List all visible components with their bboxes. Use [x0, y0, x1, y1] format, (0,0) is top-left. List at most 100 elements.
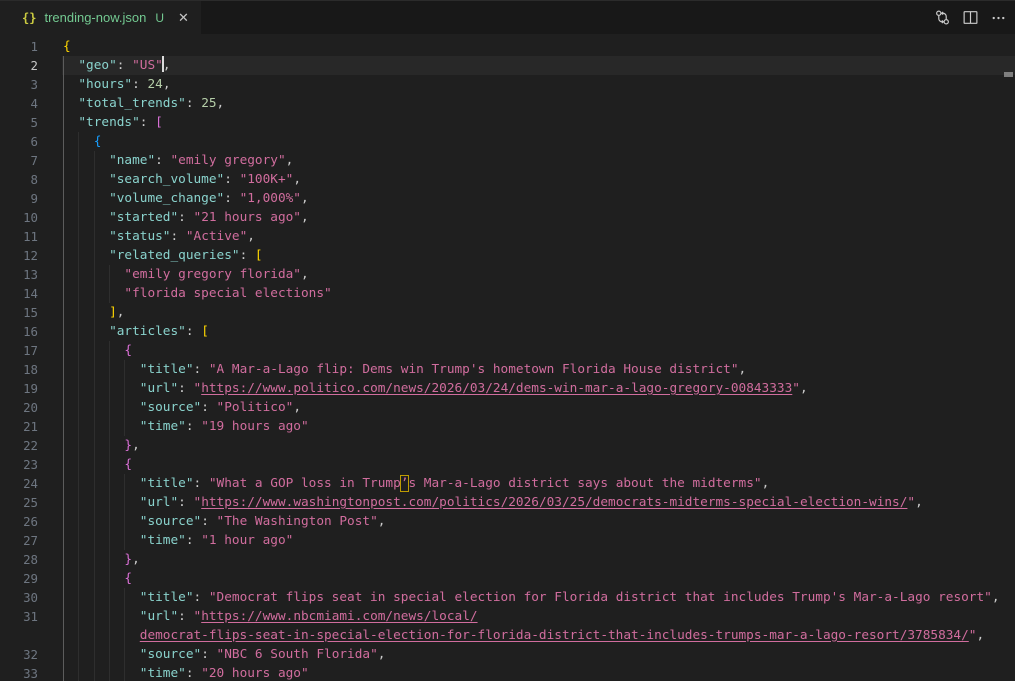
code-line[interactable]: 9 "volume_change": "1,000%", [0, 189, 1015, 208]
line-number[interactable]: 12 [0, 246, 38, 265]
code-text: "title": "A Mar-a-Lago flip: Dems win Tr… [63, 360, 746, 379]
token-ws [63, 647, 140, 662]
code-line[interactable]: 29 { [0, 569, 1015, 588]
line-number[interactable]: 1 [0, 37, 38, 56]
token-ws [63, 400, 140, 415]
code-line[interactable]: 23 { [0, 455, 1015, 474]
code-line[interactable]: 1{ [0, 37, 1015, 56]
token-key: "name" [109, 153, 155, 168]
more-actions-icon[interactable] [989, 9, 1007, 27]
code-text: ], [63, 303, 124, 322]
line-number[interactable]: 10 [0, 208, 38, 227]
token-st: "A Mar-a-Lago flip: Dems win Trump's hom… [209, 362, 739, 377]
code-line[interactable]: 18 "title": "A Mar-a-Lago flip: Dems win… [0, 360, 1015, 379]
code-line[interactable]: 4 "total_trends": 25, [0, 94, 1015, 113]
token-key: "title" [140, 476, 194, 491]
line-number[interactable]: 7 [0, 151, 38, 170]
code-text: "source": "The Washington Post", [63, 512, 385, 531]
token-st: "21 hours ago" [194, 210, 301, 225]
code-line[interactable]: 30 "title": "Democrat flips seat in spec… [0, 588, 1015, 607]
code-line[interactable]: 24 "title": "What a GOP loss in Trump’s … [0, 474, 1015, 493]
line-number[interactable]: 14 [0, 284, 38, 303]
code-line[interactable]: 15 ], [0, 303, 1015, 322]
token-b2: { [124, 571, 132, 586]
token-pn: , [378, 647, 386, 662]
line-number[interactable]: 15 [0, 303, 38, 322]
code-line[interactable]: 13 "emily gregory florida", [0, 265, 1015, 284]
line-number[interactable]: 30 [0, 588, 38, 607]
code-line[interactable]: 8 "search_volume": "100K+", [0, 170, 1015, 189]
line-number[interactable]: 8 [0, 170, 38, 189]
line-number[interactable]: 5 [0, 113, 38, 132]
code-line[interactable]: 31 "url": "https://www.nbcmiami.com/news… [0, 607, 1015, 626]
code-line[interactable]: 17 { [0, 341, 1015, 360]
line-number[interactable]: 6 [0, 132, 38, 151]
line-number[interactable]: 22 [0, 436, 38, 455]
line-number[interactable]: 2 [0, 56, 38, 75]
line-number[interactable]: 4 [0, 94, 38, 113]
overview-ruler-cursor-marker[interactable] [1004, 72, 1013, 77]
code-line[interactable]: 10 "started": "21 hours ago", [0, 208, 1015, 227]
code-line[interactable]: 26 "source": "The Washington Post", [0, 512, 1015, 531]
code-line[interactable]: 25 "url": "https://www.washingtonpost.co… [0, 493, 1015, 512]
line-number[interactable]: 20 [0, 398, 38, 417]
split-editor-icon[interactable] [961, 9, 979, 27]
line-number[interactable]: 27 [0, 531, 38, 550]
line-number[interactable]: 21 [0, 417, 38, 436]
line-number[interactable]: 31 [0, 607, 38, 626]
code-line[interactable]: 19 "url": "https://www.politico.com/news… [0, 379, 1015, 398]
line-number[interactable]: 19 [0, 379, 38, 398]
token-ws [63, 172, 109, 187]
code-line[interactable]: 6 { [0, 132, 1015, 151]
open-changes-icon[interactable] [933, 9, 951, 27]
code-text: "related_queries": [ [63, 246, 263, 265]
token-key: "geo" [78, 58, 116, 73]
code-line[interactable]: 5 "trends": [ [0, 113, 1015, 132]
token-pn: , [301, 210, 309, 225]
line-number[interactable]: 18 [0, 360, 38, 379]
code-line[interactable]: 12 "related_queries": [ [0, 246, 1015, 265]
line-number[interactable]: 13 [0, 265, 38, 284]
token-pn: , [301, 191, 309, 206]
code-line[interactable]: 20 "source": "Politico", [0, 398, 1015, 417]
code-text: "title": "What a GOP loss in Trump’s Mar… [63, 474, 769, 493]
tab-trending-now-json[interactable]: {} trending-now.json U ✕ [0, 1, 201, 34]
line-number[interactable]: 32 [0, 645, 38, 664]
token-ur: democrat-flips-seat-in-special-election-… [140, 628, 969, 643]
line-number[interactable]: 25 [0, 493, 38, 512]
token-ws [63, 248, 109, 263]
code-line[interactable]: 14 "florida special elections" [0, 284, 1015, 303]
code-line[interactable]: 22 }, [0, 436, 1015, 455]
line-number[interactable]: 23 [0, 455, 38, 474]
line-number[interactable]: 17 [0, 341, 38, 360]
token-key: "time" [140, 666, 186, 681]
line-number[interactable]: 11 [0, 227, 38, 246]
token-ws [63, 210, 109, 225]
tab-close-icon[interactable]: ✕ [178, 10, 189, 26]
code-line[interactable]: 28 }, [0, 550, 1015, 569]
code-line[interactable]: 21 "time": "19 hours ago" [0, 417, 1015, 436]
editor-actions [933, 1, 1015, 34]
line-number[interactable]: 29 [0, 569, 38, 588]
token-ws [63, 362, 140, 377]
token-ws [63, 495, 140, 510]
code-line[interactable]: 32 "source": "NBC 6 South Florida", [0, 645, 1015, 664]
line-number[interactable]: 3 [0, 75, 38, 94]
code-line[interactable]: 2 "geo": "US", [0, 56, 1015, 75]
code-line[interactable]: 3 "hours": 24, [0, 75, 1015, 94]
line-number[interactable]: 26 [0, 512, 38, 531]
code-line[interactable]: 7 "name": "emily gregory", [0, 151, 1015, 170]
line-number[interactable]: 33 [0, 664, 38, 681]
line-number[interactable]: 16 [0, 322, 38, 341]
token-ws [63, 590, 140, 605]
line-number[interactable]: 24 [0, 474, 38, 493]
token-ur: https://www.politico.com/news/2026/03/24… [201, 381, 792, 396]
line-number[interactable]: 9 [0, 189, 38, 208]
code-line[interactable]: 11 "status": "Active", [0, 227, 1015, 246]
code-line[interactable]: democrat-flips-seat-in-special-election-… [0, 626, 1015, 645]
code-text: }, [63, 436, 140, 455]
code-line[interactable]: 33 "time": "20 hours ago" [0, 664, 1015, 681]
code-line[interactable]: 16 "articles": [ [0, 322, 1015, 341]
line-number[interactable]: 28 [0, 550, 38, 569]
code-line[interactable]: 27 "time": "1 hour ago" [0, 531, 1015, 550]
